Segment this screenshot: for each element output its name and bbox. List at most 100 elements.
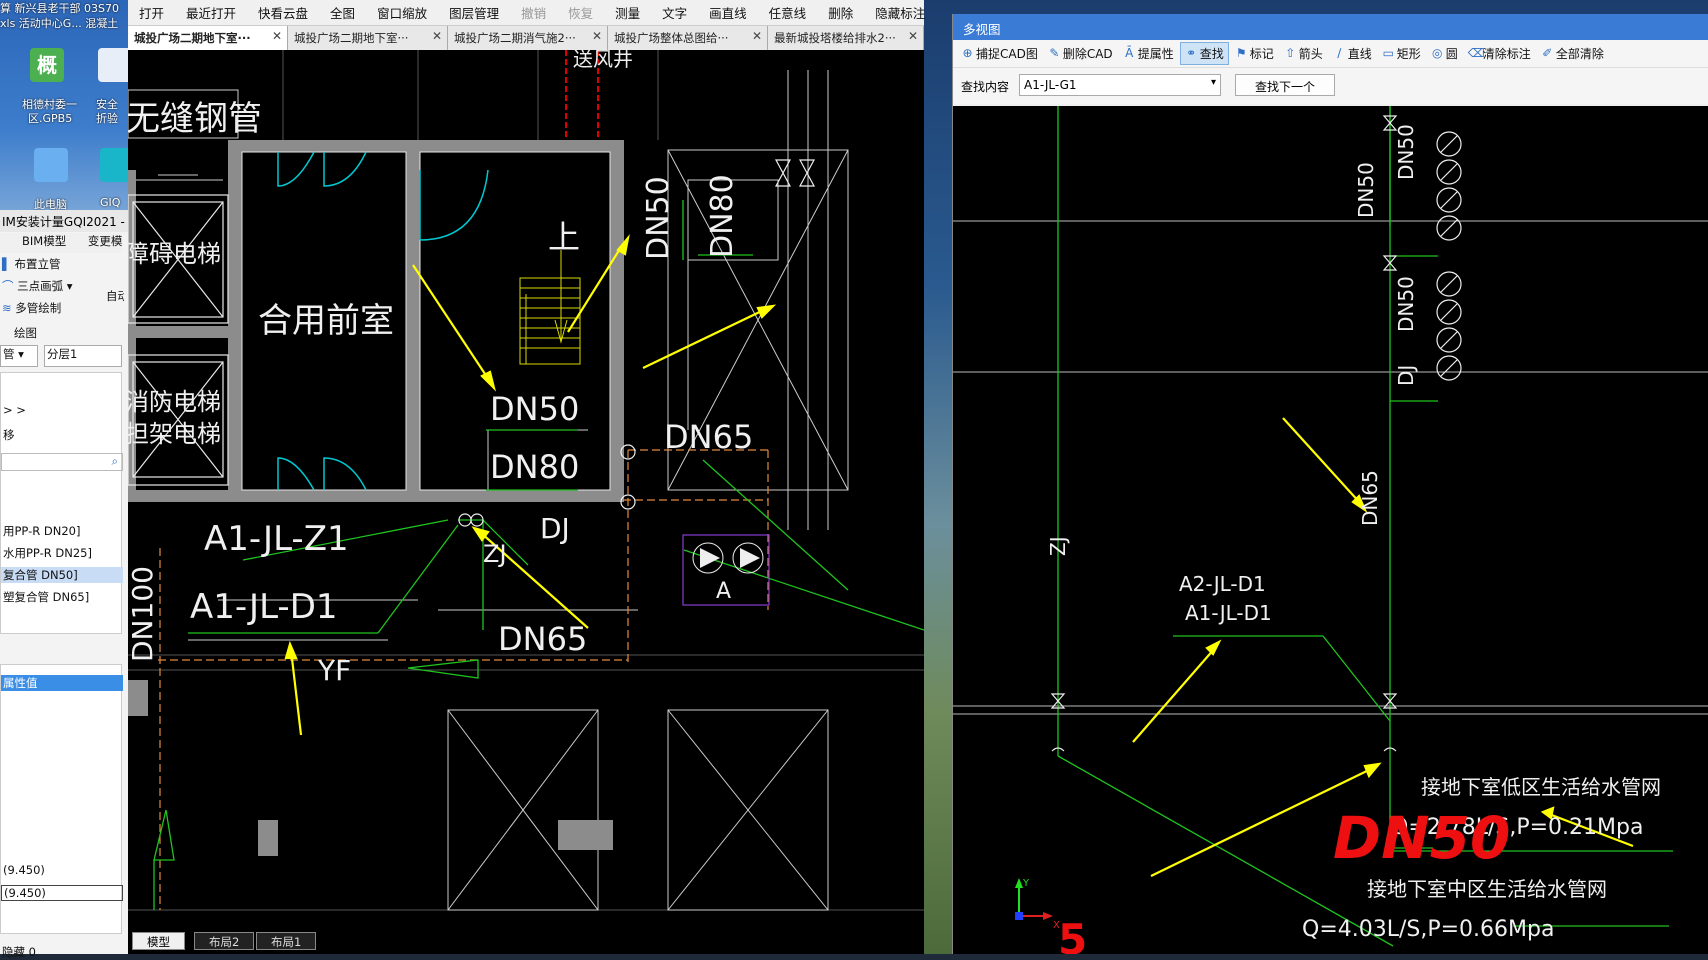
zj-vertical-label: ZJ xyxy=(1046,536,1070,556)
dn65-vertical-label: DN65 xyxy=(1358,470,1382,526)
handwritten-dn50-annotation: DN50 xyxy=(1333,804,1510,872)
spreadsheet-file-icon[interactable]: 概 xyxy=(30,48,64,82)
svg-text:X: X xyxy=(1053,920,1060,931)
circle-button[interactable]: ◎ 圆 xyxy=(1427,43,1462,64)
icon4-label: GIQ xyxy=(100,196,121,209)
close-icon[interactable]: ✕ xyxy=(272,29,282,43)
layer-combo[interactable]: 分层1 xyxy=(44,345,122,367)
doc-tab[interactable]: 最新城投塔楼给排水2··· ✕ xyxy=(768,26,924,50)
tool-auto[interactable]: 自动 xyxy=(104,288,124,304)
list-item[interactable]: 水用PP-R DN25] xyxy=(1,545,123,561)
a1-jl-d1-label: A1-JL-D1 xyxy=(190,587,338,627)
menu-hide-marks[interactable]: 隐藏标注 xyxy=(864,3,936,22)
multiview-toolbar: ⊕ 捕捉CAD图 ✎ 删除CAD Ā 提属性 ⚭ 查找 ⚑ 标记 ⇧ 箭头 ∕ 直线 ▭ 矩形 … xyxy=(953,40,1708,68)
dn65-label: DN65 xyxy=(498,620,587,658)
panel-nav[interactable]: > > xyxy=(1,403,123,417)
menu-cloud[interactable]: 快看云盘 xyxy=(247,3,319,22)
vent-shaft-text: 送风井 xyxy=(573,50,633,71)
doc-tab[interactable]: 城投广场二期消气施2··· ✕ xyxy=(448,26,608,50)
menu-delete[interactable]: 删除 xyxy=(817,3,864,22)
search-input[interactable]: A1-JL-G1 ▾ xyxy=(1019,74,1221,96)
multiview-drawing-canvas[interactable]: DN50 DN50 DN50 DJ DN65 ZJ A2-JL-D1 A1-JL… xyxy=(953,106,1708,954)
clear-marks-button[interactable]: ⌫ 清除标注 xyxy=(1464,43,1535,64)
menu-open[interactable]: 打开 xyxy=(128,3,175,22)
tab-change[interactable]: 变更模 xyxy=(88,234,122,248)
menu-text[interactable]: 文字 xyxy=(651,3,698,22)
close-icon[interactable]: ✕ xyxy=(908,29,918,43)
cad-drawing-canvas[interactable]: 无缝钢管 送风井 障碍电梯 消防电梯 担架电梯 合用前室 上 DN50 DN80… xyxy=(128,50,924,930)
menu-layer-manage[interactable]: 图层管理 xyxy=(438,3,510,22)
clear-all-button[interactable]: ✐ 全部清除 xyxy=(1537,43,1608,64)
multiview-title: 多视图 xyxy=(953,14,1708,40)
arrow-button[interactable]: ⇧ 箭头 xyxy=(1280,43,1327,64)
document-tabs: 城投广场二期地下室··· ✕ 城投广场二期地下室··· ✕ 城投广场二期消气施2··… xyxy=(128,26,924,50)
line-button[interactable]: ∕ 直线 xyxy=(1329,43,1376,64)
menu-undo[interactable]: 撤销 xyxy=(510,3,557,22)
list-item-selected[interactable]: 复合管 DN50] xyxy=(1,567,123,583)
pipe-title-text: 无缝钢管 xyxy=(128,99,262,139)
tab-bim-model[interactable]: BIM模型 xyxy=(22,234,66,248)
extract-attr-button[interactable]: Ā 提属性 xyxy=(1119,43,1178,64)
desktop-icons-area: 算 新兴县老干部 03S70 xls 活动中心G... 混凝土 概 相德村委一 … xyxy=(0,0,134,215)
close-icon[interactable]: ✕ xyxy=(432,29,442,43)
menu-recent[interactable]: 最近打开 xyxy=(175,3,247,22)
dj-vertical-label: DJ xyxy=(1394,365,1418,386)
menu-bar: 打开 最近打开 快看云盘 全图 窗口缩放 图层管理 撤销 恢复 测量 文字 画直… xyxy=(128,0,925,26)
dn50-label: DN50 xyxy=(490,390,579,428)
doc-tab[interactable]: 城投广场二期地下室··· ✕ xyxy=(288,26,448,50)
chevron-down-icon[interactable]: ▾ xyxy=(1211,77,1216,88)
doc-tab[interactable]: 城投广场整体总图给··· ✕ xyxy=(608,26,768,50)
menu-polyline[interactable]: 任意线 xyxy=(758,3,818,22)
svg-text:Y: Y xyxy=(1022,878,1030,889)
icon2-label-b: 折验 xyxy=(96,112,118,125)
capture-icon: ⊕ xyxy=(962,46,973,60)
find-next-button[interactable]: 查找下一个 xyxy=(1235,74,1335,96)
rect-button[interactable]: ▭ 矩形 xyxy=(1378,43,1425,64)
tab-model[interactable]: 模型 xyxy=(132,932,185,950)
type-combo[interactable]: 管 ▾ xyxy=(0,345,38,367)
search-icon: ⌕ xyxy=(111,454,118,468)
prop-value[interactable]: (9.450) xyxy=(1,885,123,901)
close-icon[interactable]: ✕ xyxy=(592,29,602,43)
menu-window-zoom[interactable]: 窗口缩放 xyxy=(366,3,438,22)
yf-label: YF xyxy=(317,654,351,687)
doc-tab[interactable]: 城投广场二期地下室··· ✕ xyxy=(128,26,288,50)
find-button[interactable]: ⚭ 查找 xyxy=(1179,42,1229,65)
document-file-icon[interactable] xyxy=(98,48,132,82)
capture-cad-button[interactable]: ⊕ 捕捉CAD图 xyxy=(957,43,1042,64)
tool-place-riser[interactable]: ▌ 布置立管 xyxy=(0,256,122,272)
menu-full-view[interactable]: 全图 xyxy=(319,3,366,22)
multiview-window: 多视图 ⊕ 捕捉CAD图 ✎ 删除CAD Ā 提属性 ⚭ 查找 ⚑ 标记 ⇧ 箭头 ∕ 直线 … xyxy=(952,14,1708,954)
cad-viewer-window: 打开 最近打开 快看云盘 全图 窗口缩放 图层管理 撤销 恢复 测量 文字 画直… xyxy=(128,0,925,954)
prop-value[interactable]: (9.450) xyxy=(1,863,123,877)
menu-line[interactable]: 画直线 xyxy=(698,3,758,22)
handwritten-5-annotation: 5 xyxy=(1058,915,1087,954)
mark-button[interactable]: ⚑ 标记 xyxy=(1231,43,1278,64)
stretcher-elevator-text: 担架电梯 xyxy=(128,420,221,448)
barrier-elevator-text: 障碍电梯 xyxy=(128,240,221,268)
close-icon[interactable]: ✕ xyxy=(752,29,762,43)
component-list-panel: > > 移 ⌕ 用PP-R DN20] 水用PP-R DN25] 复合管 DN5… xyxy=(0,372,123,634)
panel-search-input[interactable]: ⌕ xyxy=(1,453,123,471)
pump-tag-text: A xyxy=(716,579,731,604)
dn100-vertical-label: DN100 xyxy=(128,566,159,662)
menu-redo[interactable]: 恢复 xyxy=(557,3,604,22)
tab-layout2[interactable]: 布局2 xyxy=(194,932,255,950)
delete-cad-button[interactable]: ✎ 删除CAD xyxy=(1044,43,1117,64)
search-row: 查找内容 A1-JL-G1 ▾ 查找下一个 xyxy=(953,68,1708,104)
this-pc-icon[interactable] xyxy=(34,148,68,182)
a1-jl-d1-label: A1-JL-D1 xyxy=(1185,601,1272,625)
panel-move[interactable]: 移 xyxy=(1,427,123,443)
list-item[interactable]: 塑复合管 DN65] xyxy=(1,589,123,605)
a1-jl-z1-label: A1-JL-Z1 xyxy=(204,519,349,559)
flag-icon: ⚑ xyxy=(1235,46,1247,60)
pencil-icon: ✎ xyxy=(1049,46,1060,60)
list-item[interactable]: 用PP-R DN20] xyxy=(1,523,123,539)
mid-zone-text: 接地下室中区生活给水管网 xyxy=(1367,877,1607,901)
menu-measure[interactable]: 测量 xyxy=(604,3,651,22)
low-zone-text: 接地下室低区生活给水管网 xyxy=(1421,775,1661,799)
tab-layout1[interactable]: 布局1 xyxy=(256,932,317,950)
fire-elevator-text: 消防电梯 xyxy=(128,388,221,416)
dn50-vertical-label: DN50 xyxy=(1354,162,1378,218)
front-room-text: 合用前室 xyxy=(258,301,394,341)
